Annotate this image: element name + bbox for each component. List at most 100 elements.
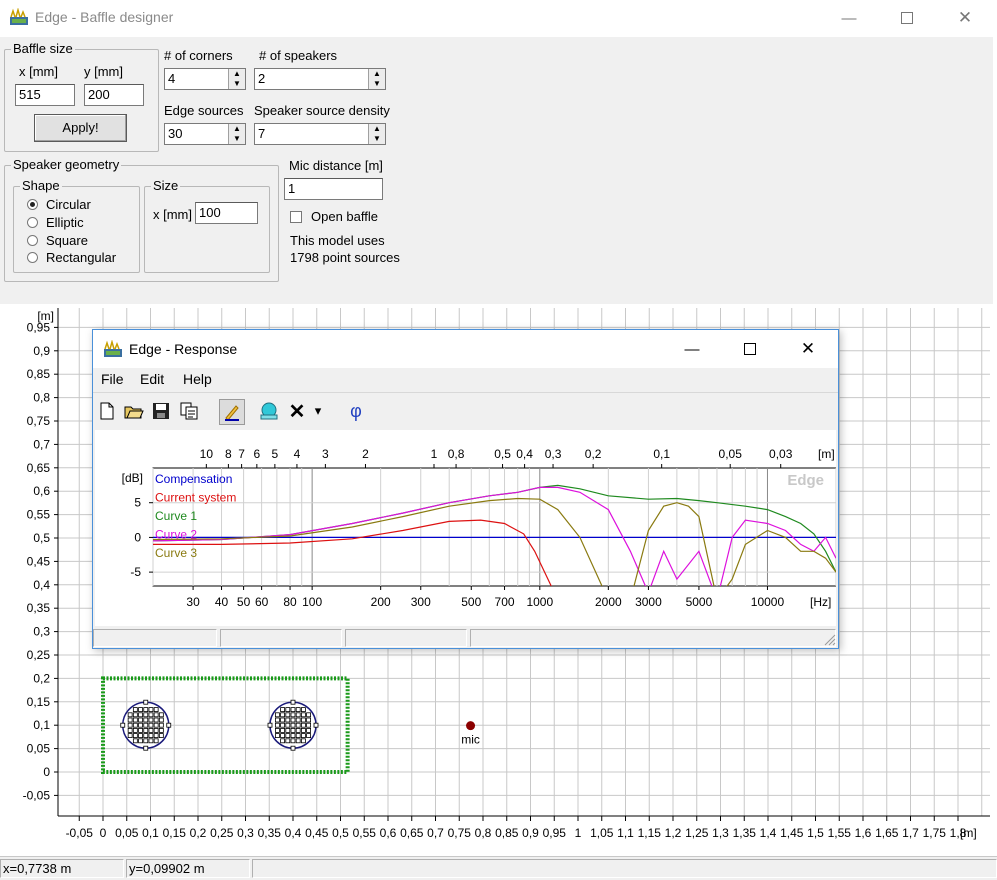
open-button[interactable] <box>122 399 146 423</box>
status-bar: x=0,7738 m y=0,09902 m <box>0 856 997 880</box>
speaker-outline <box>269 701 317 749</box>
response-window[interactable]: Edge - Response ― ✕ File Edit Help ✕ ▾ φ <box>92 329 839 649</box>
speaker-handle <box>143 699 149 705</box>
status-x: x=0,7738 m <box>0 859 124 878</box>
model-info-line2: 1798 point sources <box>290 250 400 265</box>
speakers-spin-arrows[interactable]: ▲ ▼ <box>368 69 385 89</box>
legend-entry: Compensation <box>155 472 232 486</box>
plot-area <box>152 467 837 587</box>
shape-group: Shape Circular Elliptic Square Rectangul… <box>13 178 140 273</box>
phase-button[interactable]: φ <box>344 399 368 423</box>
new-button[interactable] <box>95 399 119 423</box>
window-title: Edge - Baffle designer <box>35 9 174 25</box>
speaker-density-spin-arrows[interactable]: ▲ ▼ <box>368 124 385 144</box>
response-title: Edge - Response <box>129 341 238 357</box>
delete-button[interactable]: ✕ <box>285 399 309 423</box>
apply-button[interactable]: Apply! <box>34 114 127 142</box>
spin-down-icon[interactable]: ▼ <box>229 134 245 144</box>
y-tick-label: 0,2 <box>33 671 50 685</box>
spin-up-icon[interactable]: ▲ <box>369 124 385 134</box>
minimize-button[interactable]: ― <box>826 4 872 32</box>
spin-down-icon[interactable]: ▼ <box>369 134 385 144</box>
radio-square[interactable]: Square <box>27 233 88 248</box>
baffle-x-label: x [mm] <box>19 64 58 79</box>
open-baffle-label: Open baffle <box>311 209 378 224</box>
controls-panel: Baffle size x [mm] y [mm] 515 200 Apply!… <box>0 37 993 304</box>
x-tick-label: 0,25 <box>210 826 234 840</box>
edge-sources-spinner[interactable]: 30 ▲ ▼ <box>164 123 246 145</box>
y-tick-label: 0,75 <box>27 414 51 428</box>
response-app-icon <box>104 340 122 357</box>
spin-up-icon[interactable]: ▲ <box>369 69 385 79</box>
x-tick-label: 0,2 <box>190 826 207 840</box>
x-tick-label: 1,5 <box>807 826 824 840</box>
x-tick-label: 0,3 <box>237 826 254 840</box>
wavelength-tick-label: 4 <box>294 447 301 461</box>
radio-square-label: Square <box>46 233 88 248</box>
spin-down-icon[interactable]: ▼ <box>369 79 385 89</box>
radio-circular[interactable]: Circular <box>27 197 91 212</box>
x-tick-label: 0,75 <box>448 826 472 840</box>
menu-file[interactable]: File <box>101 371 124 387</box>
speaker-handle <box>267 722 273 728</box>
mic-distance-input[interactable]: 1 <box>284 178 383 200</box>
x-tick-label: 1,45 <box>780 826 804 840</box>
maximize-button[interactable] <box>884 4 930 32</box>
close-button[interactable]: ✕ <box>942 4 988 32</box>
db-tick-label: -5 <box>130 565 141 579</box>
app-icon <box>10 8 28 25</box>
y-tick-label: 0,05 <box>27 742 51 756</box>
x-unit-label: [m] <box>960 826 977 840</box>
spin-up-icon[interactable]: ▲ <box>229 124 245 134</box>
wavelength-tick-label: 7 <box>238 447 245 461</box>
corners-spin-arrows[interactable]: ▲ ▼ <box>228 69 245 89</box>
mic-distance-label: Mic distance [m] <box>289 158 383 173</box>
baffle-y-input[interactable]: 200 <box>84 84 144 106</box>
wavelength-tick-label: 0,05 <box>719 447 743 461</box>
save-button[interactable] <box>149 399 173 423</box>
x-tick-label: 1,25 <box>685 826 709 840</box>
resize-grip-icon[interactable] <box>824 634 836 646</box>
speaker-density-spinner[interactable]: 7 ▲ ▼ <box>254 123 386 145</box>
speakers-spinner[interactable]: 2 ▲ ▼ <box>254 68 386 90</box>
baffle-size-group: Baffle size x [mm] y [mm] 515 200 Apply! <box>4 41 159 152</box>
freq-tick-label: 500 <box>461 595 481 609</box>
radio-elliptic[interactable]: Elliptic <box>27 215 84 230</box>
y-tick-label: 0,8 <box>33 391 50 405</box>
bell-button[interactable] <box>257 399 281 423</box>
pencil-button[interactable] <box>219 399 245 425</box>
corners-spinner[interactable]: 4 ▲ ▼ <box>164 68 246 90</box>
freq-tick-label: 300 <box>411 595 431 609</box>
speaker-handle <box>120 722 126 728</box>
mic-label: mic <box>461 733 480 747</box>
open-baffle-checkbox[interactable]: Open baffle <box>290 209 378 224</box>
response-chart-svg: 50-5[dB]30 40 50 60 80 100 200 300 500 700 1000 200… <box>122 447 837 609</box>
speaker-handle <box>143 745 149 751</box>
spin-down-icon[interactable]: ▼ <box>229 79 245 89</box>
response-close-button[interactable]: ✕ <box>785 335 831 363</box>
response-chart: 5 0 -5 [dB] 30 40 50 60 80 100 200 300 500 700 1000 200… <box>95 430 837 626</box>
edge-sources-spin-arrows[interactable]: ▲ ▼ <box>228 124 245 144</box>
menu-edit[interactable]: Edit <box>140 371 164 387</box>
x-tick-label: 1,35 <box>733 826 757 840</box>
baffle-x-input[interactable]: 515 <box>15 84 75 106</box>
x-axis-label: [Hz] <box>810 595 831 609</box>
radio-rectangular[interactable]: Rectangular <box>27 250 116 265</box>
radio-checked-icon <box>27 199 38 210</box>
copy-button[interactable] <box>177 399 201 423</box>
menu-help[interactable]: Help <box>183 371 212 387</box>
edge-sources-label: Edge sources <box>164 103 244 118</box>
wavelength-tick-label: 3 <box>322 447 329 461</box>
wavelength-tick-label: 5 <box>272 447 279 461</box>
response-minimize-button[interactable]: ― <box>669 335 715 363</box>
response-maximize-button[interactable] <box>727 335 773 363</box>
y-tick-label: 0,45 <box>27 554 51 568</box>
delete-dropdown-button[interactable]: ▾ <box>311 399 325 423</box>
spin-up-icon[interactable]: ▲ <box>229 69 245 79</box>
size-x-input[interactable]: 100 <box>195 202 258 224</box>
y-tick-label: 0,5 <box>33 531 50 545</box>
close-icon: ✕ <box>800 339 816 358</box>
checkbox-icon[interactable] <box>290 210 302 223</box>
response-title-bar[interactable]: Edge - Response ― ✕ <box>93 330 838 368</box>
response-status-cell <box>93 629 217 647</box>
